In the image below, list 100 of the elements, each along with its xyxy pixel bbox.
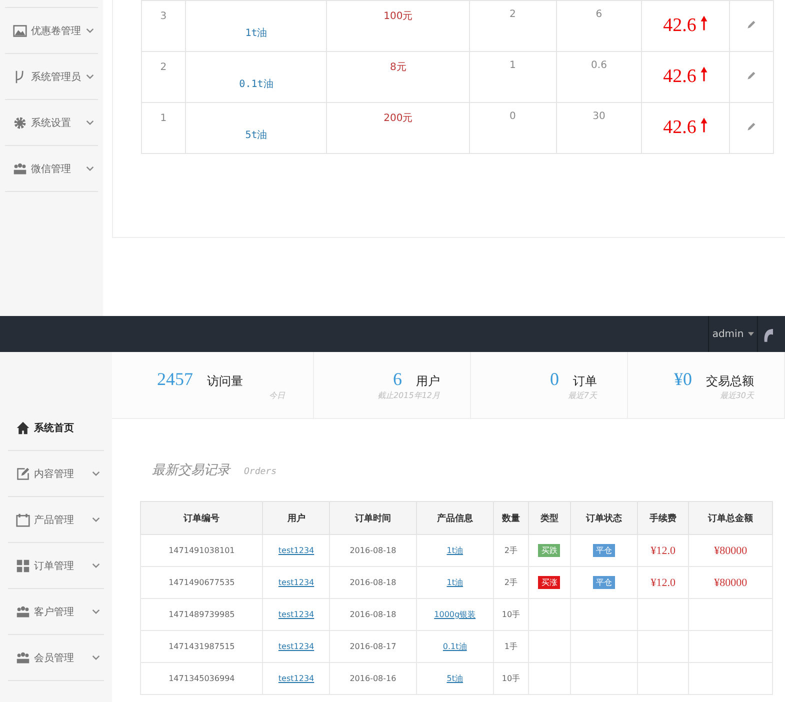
fee-value: ¥12.0 bbox=[650, 576, 676, 588]
user-link[interactable]: test1234 bbox=[278, 546, 314, 555]
table-cell: 2016-08-18 bbox=[330, 534, 416, 566]
people-icon bbox=[13, 162, 27, 176]
stat-label: 用户 bbox=[416, 373, 440, 390]
settings-icon bbox=[13, 116, 27, 130]
stat-value: 6 bbox=[393, 369, 402, 390]
sidebar-item[interactable]: 产品管理 bbox=[8, 497, 104, 543]
people-icon bbox=[16, 650, 30, 664]
table-cell: 0.6 bbox=[556, 52, 642, 102]
table-cell: 200元 bbox=[326, 102, 470, 154]
table-cell: 0 bbox=[469, 102, 556, 154]
calendar-icon bbox=[16, 512, 30, 526]
stat-label: 访问量 bbox=[207, 373, 243, 390]
pencil-icon[interactable] bbox=[746, 20, 756, 30]
column-header: 手续费 bbox=[638, 502, 689, 534]
table-cell: 10手 bbox=[494, 662, 528, 694]
total-value: ¥80000 bbox=[714, 544, 748, 556]
sidebar-item[interactable]: 内容管理 bbox=[8, 451, 104, 497]
total-value: ¥80000 bbox=[714, 576, 748, 588]
stat-value: 0 bbox=[550, 369, 559, 390]
chevron-down-icon bbox=[86, 74, 94, 79]
stat-label: 交易总额 bbox=[706, 373, 754, 390]
sidebar-item[interactable]: 系统管理员 bbox=[5, 54, 98, 100]
stat-note: 最近7天 bbox=[568, 390, 597, 401]
chevron-down-icon bbox=[86, 28, 94, 33]
column-header: 订单总金额 bbox=[688, 502, 772, 534]
product-link[interactable]: 1t油 bbox=[245, 12, 268, 40]
table-cell: 2016-08-17 bbox=[330, 630, 416, 662]
product-link[interactable]: 1t油 bbox=[446, 546, 463, 555]
table-cell: 1471489739985 bbox=[140, 598, 263, 630]
chevron-down-icon bbox=[86, 166, 94, 171]
table-cell: 2016-08-18 bbox=[330, 598, 416, 630]
table-cell: 30 bbox=[556, 102, 642, 154]
table-cell: 3 bbox=[142, 0, 186, 52]
section-title: 最新交易记录 bbox=[152, 462, 230, 479]
product-link[interactable]: 1t油 bbox=[446, 578, 463, 587]
fee-value: ¥12.0 bbox=[650, 544, 676, 556]
table-cell: 2手 bbox=[494, 534, 528, 566]
price-value: 42.6 bbox=[663, 15, 696, 36]
table-cell: 1471490677535 bbox=[140, 566, 263, 598]
stat-label: 订单 bbox=[573, 373, 597, 390]
user-link[interactable]: test1234 bbox=[278, 610, 314, 619]
table-cell: 1471491038101 bbox=[140, 534, 263, 566]
table-cell: 2016-08-18 bbox=[330, 566, 416, 598]
column-header: 订单时间 bbox=[330, 502, 416, 534]
column-header: 用户 bbox=[262, 502, 330, 534]
column-header: 订单编号 bbox=[140, 502, 263, 534]
table-cell: 2 bbox=[142, 52, 186, 102]
table-cell: 1 bbox=[469, 52, 556, 102]
column-header: 数量 bbox=[494, 502, 528, 534]
product-link[interactable]: 0.1t油 bbox=[442, 642, 467, 651]
type-tag: 买跌 bbox=[538, 544, 560, 557]
up-arrow-icon bbox=[700, 15, 708, 31]
stat-note: 今日 bbox=[268, 390, 285, 401]
column-header: 类型 bbox=[528, 502, 570, 534]
table-cell: 1471431987515 bbox=[140, 630, 263, 662]
user-link[interactable]: test1234 bbox=[278, 642, 314, 651]
sidebar-item[interactable]: 订单管理 bbox=[8, 543, 104, 589]
up-arrow-icon bbox=[700, 117, 708, 133]
type-tag: 买涨 bbox=[538, 576, 560, 589]
section-subtitle: Orders bbox=[244, 467, 277, 477]
table-cell: 6 bbox=[556, 0, 642, 52]
product-link[interactable]: 1000g银装 bbox=[434, 610, 476, 619]
sidebar-item[interactable]: 系统首页 bbox=[8, 405, 104, 451]
product-link[interactable]: 0.1t油 bbox=[239, 63, 274, 91]
price-value: 42.6 bbox=[663, 66, 696, 87]
table-cell: 1手 bbox=[494, 630, 528, 662]
caret-icon bbox=[748, 332, 754, 336]
table-cell: 1 bbox=[142, 102, 186, 154]
product-link[interactable]: 5t油 bbox=[446, 674, 463, 683]
product-link[interactable]: 5t油 bbox=[245, 114, 268, 142]
edit-icon bbox=[16, 466, 30, 480]
chevron-down-icon bbox=[92, 609, 100, 614]
pencil-icon[interactable] bbox=[746, 70, 756, 80]
sidebar-item[interactable]: 微信管理 bbox=[5, 146, 98, 192]
pencil-icon[interactable] bbox=[746, 122, 756, 132]
price-value: 42.6 bbox=[663, 117, 696, 138]
user-link[interactable]: test1234 bbox=[278, 674, 314, 683]
chevron-down-icon bbox=[92, 471, 100, 476]
sidebar-item[interactable]: 优惠卷管理 bbox=[5, 8, 98, 54]
sidebar-item[interactable]: 客户管理 bbox=[8, 589, 104, 635]
column-header: 产品信息 bbox=[416, 502, 494, 534]
stat-note: 最近30天 bbox=[720, 390, 754, 401]
user-link[interactable]: test1234 bbox=[278, 578, 314, 587]
sidebar-item[interactable]: 会员管理 bbox=[8, 635, 104, 681]
grid-icon bbox=[16, 558, 30, 572]
stat-value: ¥0 bbox=[674, 369, 692, 390]
table-cell: 2 bbox=[469, 0, 556, 52]
table-cell: 100元 bbox=[326, 0, 470, 52]
chevron-down-icon bbox=[92, 517, 100, 522]
sidebar-item[interactable]: 系统设置 bbox=[5, 100, 98, 146]
chevron-down-icon bbox=[92, 655, 100, 660]
column-header: 订单状态 bbox=[570, 502, 638, 534]
status-tag: 平仓 bbox=[593, 544, 615, 557]
home-icon bbox=[16, 420, 30, 434]
status-tag: 平仓 bbox=[593, 576, 615, 589]
people-icon bbox=[16, 604, 30, 618]
table-cell: 8元 bbox=[326, 52, 470, 102]
table-cell: 1471345036994 bbox=[140, 662, 263, 694]
